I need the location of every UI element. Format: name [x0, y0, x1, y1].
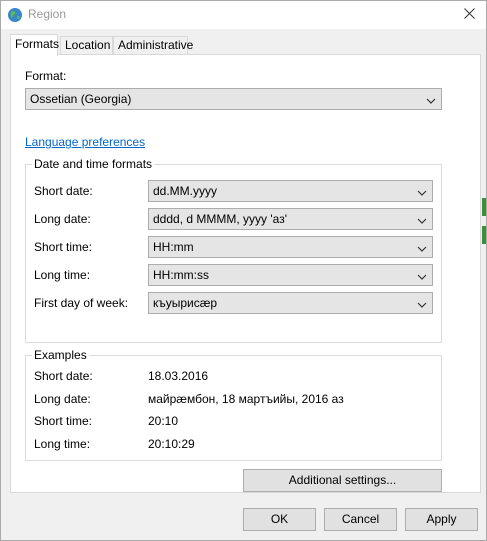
chevron-down-icon: [416, 213, 428, 225]
short-date-value: dd.MM.yyyy: [153, 184, 218, 198]
short-time-label: Short time:: [34, 240, 93, 254]
chevron-down-icon: [416, 297, 428, 309]
datetime-group-title: Date and time formats: [32, 157, 155, 171]
short-date-dropdown[interactable]: dd.MM.yyyy: [148, 180, 433, 202]
language-preferences-link[interactable]: Language preferences: [25, 135, 145, 149]
format-value: Ossetian (Georgia): [30, 92, 132, 106]
formats-panel: Format: Ossetian (Georgia) Language pref…: [10, 54, 481, 493]
close-icon: [463, 8, 475, 22]
chevron-down-icon: [425, 93, 437, 105]
tab-formats[interactable]: Formats: [10, 34, 59, 56]
window-edge-marker: [482, 198, 486, 216]
short-date-label: Short date:: [34, 184, 93, 198]
region-dialog: Region Formats Location Administrative F…: [0, 0, 487, 541]
globe-icon: [7, 7, 23, 23]
long-date-label: Long date:: [34, 212, 91, 226]
first-day-label: First day of week:: [34, 296, 129, 310]
short-time-dropdown[interactable]: HH:mm: [148, 236, 433, 258]
long-time-label: Long time:: [34, 268, 91, 282]
example-short-date-value: 18.03.2016: [148, 369, 209, 383]
format-dropdown[interactable]: Ossetian (Georgia): [25, 88, 442, 110]
long-time-dropdown[interactable]: HH:mm:ss: [148, 264, 433, 286]
window-title: Region: [28, 7, 67, 21]
tab-location[interactable]: Location: [60, 36, 113, 55]
example-short-time-label: Short time:: [34, 414, 93, 428]
long-time-value: HH:mm:ss: [153, 268, 209, 282]
format-label: Format:: [25, 69, 67, 83]
example-long-time-label: Long time:: [34, 437, 91, 451]
chevron-down-icon: [416, 241, 428, 253]
datetime-formats-group: Date and time formats Short date: dd.MM.…: [25, 157, 442, 343]
first-day-dropdown[interactable]: къуырисæр: [148, 292, 433, 314]
cancel-button[interactable]: Cancel: [324, 508, 397, 531]
examples-group-title: Examples: [32, 348, 89, 362]
tab-administrative[interactable]: Administrative: [113, 36, 193, 55]
window-edge-marker: [482, 226, 486, 244]
close-button[interactable]: [452, 1, 486, 29]
long-date-dropdown[interactable]: dddd, d MMMM, yyyy 'аз': [148, 208, 433, 230]
example-long-time-value: 20:10:29: [148, 437, 195, 451]
example-long-date-label: Long date:: [34, 392, 91, 406]
long-date-value: dddd, d MMMM, yyyy 'аз': [153, 212, 287, 226]
example-long-date-value: майрæмбон, 18 мартъийы, 2016 аз: [148, 392, 344, 406]
examples-group: Examples Short date: 18.03.2016 Long dat…: [25, 348, 442, 461]
apply-button[interactable]: Apply: [405, 508, 478, 531]
example-short-date-label: Short date:: [34, 369, 93, 383]
short-time-value: HH:mm: [153, 240, 194, 254]
chevron-down-icon: [416, 269, 428, 281]
ok-button[interactable]: OK: [243, 508, 316, 531]
example-short-time-value: 20:10: [148, 414, 179, 428]
chevron-down-icon: [416, 185, 428, 197]
first-day-value: къуырисæр: [153, 296, 218, 310]
additional-settings-button[interactable]: Additional settings...: [243, 469, 442, 492]
title-bar: Region: [1, 1, 486, 29]
